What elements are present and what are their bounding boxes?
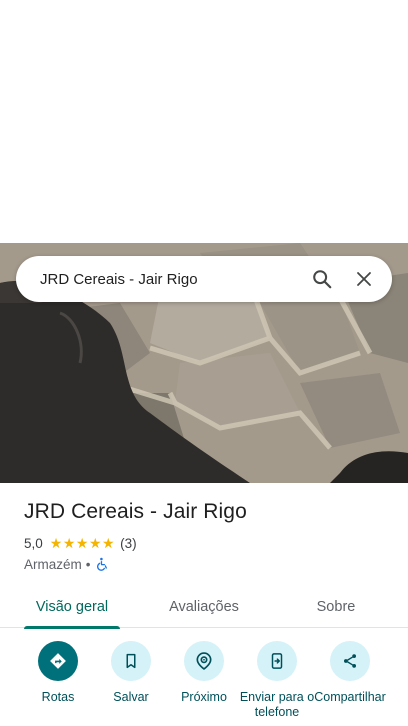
place-category: Armazém — [24, 556, 82, 572]
star-icon: ★ — [88, 535, 102, 551]
send-to-phone-label: Enviar para o telefone — [239, 690, 315, 719]
tab-reviews-label: Avaliações — [169, 599, 239, 615]
tab-bar: Visão geral Avaliações Sobre — [0, 586, 408, 629]
star-icon: ★ — [49, 535, 63, 551]
send-to-phone-icon — [257, 641, 297, 681]
map-blank-area — [0, 0, 408, 243]
nearby-button[interactable]: Próximo — [164, 641, 244, 705]
separator-dot: • — [85, 556, 91, 572]
tab-overview-label: Visão geral — [35, 599, 109, 615]
search-query-text[interactable]: JRD Cereais - Jair Rigo — [40, 271, 304, 288]
share-label: Compartilhar — [314, 690, 386, 704]
star-rating: ★ ★ ★ ★ ★ — [50, 536, 115, 550]
save-label: Salvar — [113, 690, 149, 704]
bookmark-icon — [111, 641, 151, 681]
share-icon — [330, 641, 370, 681]
close-icon[interactable] — [346, 261, 382, 297]
star-icon: ★ — [75, 535, 89, 551]
rating-value: 5,0 — [24, 535, 43, 551]
wheelchair-accessible-icon — [95, 557, 109, 571]
nearby-label: Próximo — [181, 690, 227, 704]
tab-reviews[interactable]: Avaliações — [156, 586, 252, 628]
share-button[interactable]: Compartilhar — [310, 641, 390, 705]
directions-label: Rotas — [41, 690, 75, 704]
send-to-phone-button[interactable]: Enviar para o telefone — [237, 641, 317, 720]
tab-overview[interactable]: Visão geral — [24, 586, 120, 629]
directions-button[interactable]: Rotas — [18, 641, 98, 705]
save-button[interactable]: Salvar — [91, 641, 171, 705]
category-row: Armazém • — [24, 556, 394, 572]
action-buttons: Rotas Salvar Próximo Enviar para o telef… — [0, 641, 408, 726]
tab-about-label: Sobre — [316, 599, 356, 615]
active-tab-indicator — [24, 626, 120, 629]
search-bar[interactable]: JRD Cereais - Jair Rigo — [16, 256, 392, 302]
tab-about[interactable]: Sobre — [296, 586, 376, 628]
nearby-icon — [184, 641, 224, 681]
directions-icon — [38, 641, 78, 681]
place-title: JRD Cereais - Jair Rigo — [24, 500, 247, 523]
search-icon[interactable] — [304, 261, 340, 297]
star-icon: ★ — [62, 535, 76, 551]
rating-row[interactable]: 5,0 ★ ★ ★ ★ ★ (3) — [24, 535, 394, 551]
review-count: (3) — [120, 535, 137, 551]
place-details: JRD Cereais - Jair Rigo 5,0 ★ ★ ★ ★ ★ (3… — [24, 500, 394, 572]
star-icon: ★ — [102, 535, 115, 551]
